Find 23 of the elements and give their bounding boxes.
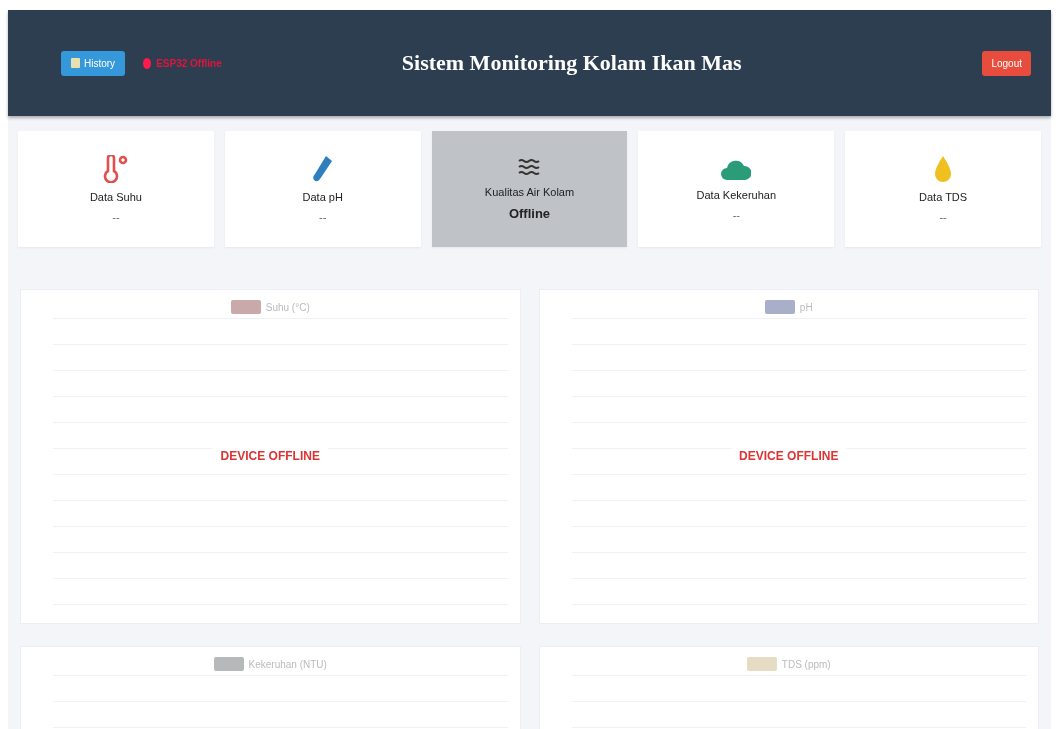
card-label: Data Suhu [89, 191, 142, 203]
note-icon [71, 58, 80, 68]
card-value: -- [112, 211, 120, 223]
legend-label: Kekeruhan (NTU) [248, 658, 327, 670]
legend-label: TDS (ppm) [781, 658, 831, 670]
app-title: Sistem Monitoring Kolam Ikan Mas [400, 50, 743, 76]
test-tube-icon [312, 155, 333, 183]
card-label: Kualitas Air Kolam [484, 185, 575, 198]
card-value: -- [732, 209, 740, 221]
history-button[interactable]: History [61, 50, 126, 76]
card-label: Data TDS [919, 191, 968, 203]
card-value: -- [319, 211, 327, 223]
logout-button[interactable]: Logout [982, 50, 1031, 76]
legend-label: Suhu (°C) [265, 301, 310, 313]
drop-icon [934, 155, 953, 183]
card-label: Data pH [302, 191, 343, 203]
card-value: -- [939, 211, 947, 223]
water-waves-icon [518, 157, 541, 178]
thermometer-icon [102, 155, 129, 183]
card-label: Data Kekeruhan [696, 189, 777, 201]
card-value: Offline [508, 205, 551, 221]
status-text: ESP32 Offline [156, 57, 222, 69]
legend-label: pH [799, 301, 813, 313]
